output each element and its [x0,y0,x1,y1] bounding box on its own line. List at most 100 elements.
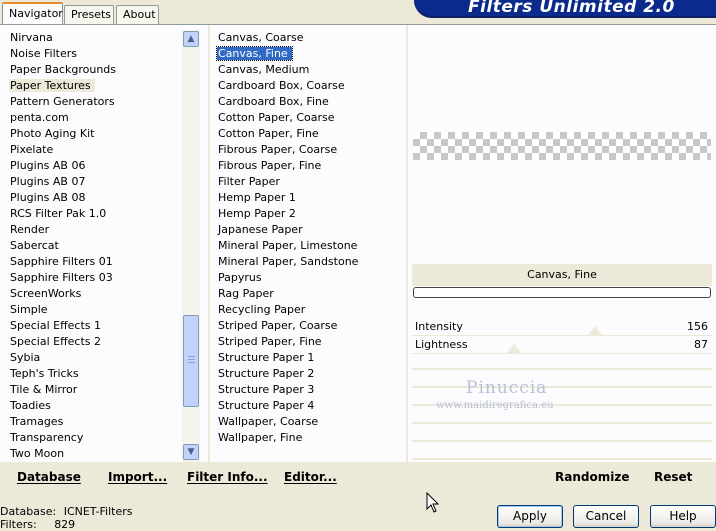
list-item[interactable]: Recycling Paper [215,302,405,318]
chevron-down-icon[interactable]: ▼ [183,444,199,460]
list-item-label: Pixelate [10,143,54,156]
list-item-label: Noise Filters [10,47,77,60]
param-lightness[interactable]: Lightness 87 [412,336,712,354]
list-item[interactable]: Two Moon [7,446,181,462]
tab-navigator[interactable]: Navigator [2,2,63,24]
scrollbar-thumb[interactable] [183,315,199,407]
list-item-label: Tramages [10,415,64,428]
list-item-label: Sabercat [10,239,59,252]
list-item-label: Cardboard Box, Coarse [218,79,345,92]
list-item[interactable]: Japanese Paper [215,222,405,238]
list-item[interactable]: Cotton Paper, Coarse [215,110,405,126]
list-item-label: Toadies [10,399,51,412]
list-item[interactable]: ScreenWorks [7,286,181,302]
list-item[interactable]: Structure Paper 4 [215,398,405,414]
list-item-label: Structure Paper 3 [218,383,315,396]
list-item[interactable]: Fibrous Paper, Coarse [215,142,405,158]
list-item[interactable]: Striped Paper, Coarse [215,318,405,334]
chevron-up-icon[interactable]: ▲ [183,31,199,47]
param-intensity[interactable]: Intensity 156 [412,318,712,336]
list-item[interactable]: Pixelate [7,142,181,158]
list-item-label: Hemp Paper 2 [218,207,296,220]
list-item-label: RCS Filter Pak 1.0 [10,207,107,220]
list-item[interactable]: Papyrus [215,270,405,286]
list-item[interactable]: Hemp Paper 2 [215,206,405,222]
list-item[interactable]: Fibrous Paper, Fine [215,158,405,174]
list-item[interactable]: Special Effects 2 [7,334,181,350]
list-item-label: Wallpaper, Coarse [218,415,319,428]
list-item[interactable]: Teph's Tricks [7,366,181,382]
list-item-selected[interactable]: Canvas, Fine [215,46,405,62]
list-item[interactable]: Nirvana [7,30,181,46]
list-item[interactable]: Tramages [7,414,181,430]
param-empty [412,354,712,370]
cancel-button[interactable]: Cancel [573,505,639,528]
param-label: Lightness [415,338,468,351]
list-item[interactable]: Paper Backgrounds [7,62,181,78]
preview-image [413,132,711,160]
tab-about[interactable]: About [116,5,159,24]
randomize-button[interactable]: Randomize [555,470,629,484]
list-item[interactable]: Noise Filters [7,46,181,62]
filter-info-button[interactable]: Filter Info... [187,470,268,484]
list-item[interactable]: Cotton Paper, Fine [215,126,405,142]
list-item[interactable]: Mineral Paper, Sandstone [215,254,405,270]
list-item[interactable]: Special Effects 1 [7,318,181,334]
list-item-label: Structure Paper 4 [218,399,315,412]
list-item-label: Transparency [10,431,84,444]
list-item-label: Mineral Paper, Limestone [218,239,358,252]
filter-list[interactable]: Canvas, Coarse Canvas, Fine Canvas, Medium… [215,30,405,446]
reset-button[interactable]: Reset [654,470,692,484]
list-item[interactable]: Mineral Paper, Limestone [215,238,405,254]
status-value: ICNET-Filters [63,505,133,518]
list-item[interactable]: Render [7,222,181,238]
list-item[interactable]: Plugins AB 08 [7,190,181,206]
database-button[interactable]: Database [17,470,81,484]
tab-presets[interactable]: Presets [64,5,114,24]
list-item[interactable]: Plugins AB 06 [7,158,181,174]
list-item[interactable]: Sapphire Filters 01 [7,254,181,270]
filter-name-label: Canvas, Fine [412,264,712,286]
list-item-label: Teph's Tricks [10,367,79,380]
list-item[interactable]: Tile & Mirror [7,382,181,398]
list-item[interactable]: Sabercat [7,238,181,254]
list-item[interactable]: RCS Filter Pak 1.0 [7,206,181,222]
apply-button[interactable]: Apply [497,505,563,528]
list-item[interactable]: penta.com [7,110,181,126]
category-list[interactable]: Nirvana Noise Filters Paper Backgrounds Pap… [7,30,181,462]
list-item[interactable]: Wallpaper, Coarse [215,414,405,430]
list-item[interactable]: Canvas, Coarse [215,30,405,46]
list-item[interactable]: Sapphire Filters 03 [7,270,181,286]
divider [406,25,408,462]
list-item[interactable]: Simple [7,302,181,318]
list-item-label: ScreenWorks [10,287,82,300]
list-item-label: Special Effects 1 [10,319,102,332]
list-item[interactable]: Sybia [7,350,181,366]
list-item[interactable]: Hemp Paper 1 [215,190,405,206]
list-item[interactable]: Plugins AB 07 [7,174,181,190]
list-item[interactable]: Structure Paper 1 [215,350,405,366]
param-value: 87 [694,338,708,351]
list-item[interactable]: Rag Paper [215,286,405,302]
list-item[interactable]: Cardboard Box, Fine [215,94,405,110]
intensity-slider-marker[interactable] [588,326,602,335]
list-item[interactable]: Canvas, Medium [215,62,405,78]
editor-button[interactable]: Editor... [284,470,337,484]
list-item[interactable]: Toadies [7,398,181,414]
list-item[interactable]: Cardboard Box, Coarse [215,78,405,94]
list-item[interactable]: Structure Paper 2 [215,366,405,382]
list-item[interactable]: Filter Paper [215,174,405,190]
import-button[interactable]: Import... [108,470,167,484]
list-item-label: Photo Aging Kit [10,127,95,140]
category-scrollbar[interactable]: ▲ ▼ [182,30,200,462]
list-item-selected[interactable]: Paper Textures [7,78,181,94]
list-item[interactable]: Pattern Generators [7,94,181,110]
list-item[interactable]: Wallpaper, Fine [215,430,405,446]
lightness-slider-marker[interactable] [507,344,521,353]
list-item[interactable]: Structure Paper 3 [215,382,405,398]
list-item[interactable]: Striped Paper, Fine [215,334,405,350]
param-empty [412,444,712,460]
help-button[interactable]: Help [650,505,716,528]
list-item[interactable]: Photo Aging Kit [7,126,181,142]
list-item[interactable]: Transparency [7,430,181,446]
